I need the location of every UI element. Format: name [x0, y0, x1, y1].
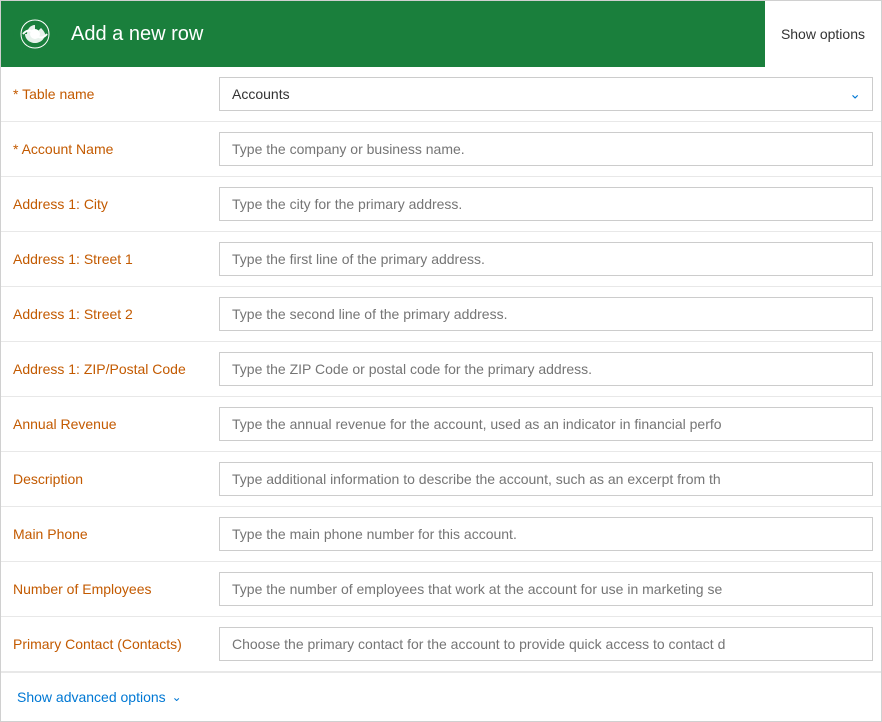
app-container: Add a new row Show options Table name Ac…: [0, 0, 882, 722]
primary-contact-input[interactable]: [219, 627, 873, 661]
chevron-down-icon: ⌄: [172, 690, 182, 704]
description-label: Description: [1, 462, 211, 496]
table-name-select[interactable]: Accounts: [219, 77, 873, 111]
annual-revenue-row: Annual Revenue: [1, 397, 881, 452]
dynamic-fields: Account Name Address 1: City Address 1: St…: [1, 122, 881, 672]
table-name-row: Table name Accounts ⌄: [1, 67, 881, 122]
annual-revenue-input-wrapper: [211, 403, 881, 445]
address-zip-label: Address 1: ZIP/Postal Code: [1, 352, 211, 386]
table-name-label: Table name: [1, 77, 211, 111]
annual-revenue-label: Annual Revenue: [1, 407, 211, 441]
account-name-row: Account Name: [1, 122, 881, 177]
num-employees-input[interactable]: [219, 572, 873, 606]
address-zip-input-wrapper: [211, 348, 881, 390]
address-zip-row: Address 1: ZIP/Postal Code: [1, 342, 881, 397]
table-name-select-wrapper: Accounts ⌄: [211, 73, 881, 115]
address-street1-label: Address 1: Street 1: [1, 242, 211, 276]
main-phone-input[interactable]: [219, 517, 873, 551]
description-input[interactable]: [219, 462, 873, 496]
num-employees-label: Number of Employees: [1, 572, 211, 606]
address-city-label: Address 1: City: [1, 187, 211, 221]
show-advanced-button[interactable]: Show advanced options ⌄: [17, 685, 182, 709]
account-name-input[interactable]: [219, 132, 873, 166]
address-street1-row: Address 1: Street 1: [1, 232, 881, 287]
address-city-row: Address 1: City: [1, 177, 881, 232]
address-city-input-wrapper: [211, 183, 881, 225]
num-employees-row: Number of Employees: [1, 562, 881, 617]
annual-revenue-input[interactable]: [219, 407, 873, 441]
address-zip-input[interactable]: [219, 352, 873, 386]
footer: Show advanced options ⌄: [1, 672, 881, 721]
description-row: Description: [1, 452, 881, 507]
dynamics-logo: [13, 12, 57, 56]
num-employees-input-wrapper: [211, 568, 881, 610]
address-street2-label: Address 1: Street 2: [1, 297, 211, 331]
form-container: Table name Accounts ⌄ Account Name Addres…: [1, 67, 881, 672]
show-advanced-label: Show advanced options: [17, 689, 166, 705]
primary-contact-input-wrapper: [211, 623, 881, 665]
primary-contact-row: Primary Contact (Contacts): [1, 617, 881, 672]
show-options-button[interactable]: Show options: [765, 1, 881, 67]
account-name-label: Account Name: [1, 132, 211, 166]
primary-contact-label: Primary Contact (Contacts): [1, 627, 211, 661]
header: Add a new row Show options: [1, 1, 881, 67]
address-street2-input[interactable]: [219, 297, 873, 331]
address-street1-input-wrapper: [211, 238, 881, 280]
page-title: Add a new row: [71, 23, 203, 46]
address-street2-row: Address 1: Street 2: [1, 287, 881, 342]
main-phone-row: Main Phone: [1, 507, 881, 562]
address-street2-input-wrapper: [211, 293, 881, 335]
main-phone-input-wrapper: [211, 513, 881, 555]
account-name-input-wrapper: [211, 128, 881, 170]
main-phone-label: Main Phone: [1, 517, 211, 551]
description-input-wrapper: [211, 458, 881, 500]
address-city-input[interactable]: [219, 187, 873, 221]
address-street1-input[interactable]: [219, 242, 873, 276]
